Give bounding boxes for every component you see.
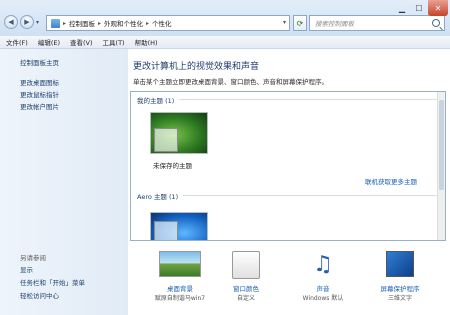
breadcrumb-appearance[interactable]: 外观和个性化	[104, 18, 143, 28]
sound-value: Windows 默认	[302, 295, 344, 302]
sidebar: 控制面板主页 更改桌面图标 更改鼠标指针 更改帐户图片 另请参阅 显示 任务栏和…	[0, 49, 128, 315]
menu-view[interactable]: 查看(V)	[70, 37, 93, 47]
search-icon[interactable]	[432, 19, 440, 27]
breadcrumb-separator-icon: ▸	[98, 19, 102, 27]
back-button[interactable]: ◀	[4, 15, 18, 29]
breadcrumb-personalization[interactable]: 个性化	[152, 18, 172, 28]
breadcrumb-separator-icon: ▸	[63, 19, 67, 27]
breadcrumb-separator-icon: ▸	[146, 19, 150, 27]
title-bar: ◀ ▶ ▾ ▸ 控制面板 ▸ 外观和个性化 ▸ 个性化 ▾ ⟳ 搜索控制面板 ▁…	[0, 0, 450, 36]
group-divider	[179, 99, 441, 100]
window-color-title[interactable]: 窗口颜色	[211, 283, 281, 293]
sidebar-change-mouse-pointers[interactable]: 更改鼠标指针	[20, 89, 59, 99]
menu-edit[interactable]: 编辑(E)	[38, 37, 60, 47]
personalization-window: ◀ ▶ ▾ ▸ 控制面板 ▸ 外观和个性化 ▸ 个性化 ▾ ⟳ 搜索控制面板 ▁…	[0, 0, 450, 315]
screensaver-value: 三维文字	[387, 295, 412, 302]
sidebar-ease-of-access[interactable]: 轻松访问中心	[20, 290, 59, 300]
menu-file[interactable]: 文件(F)	[6, 37, 28, 47]
menu-bar: 文件(F) 编辑(E) 查看(V) 工具(T) 帮助(H)	[0, 36, 450, 49]
forward-button[interactable]: ▶	[20, 15, 34, 29]
sidebar-change-desktop-icons[interactable]: 更改桌面图标	[20, 77, 59, 87]
address-dropdown-icon[interactable]: ▾	[283, 19, 286, 26]
search-input[interactable]: 搜索控制面板	[309, 15, 445, 31]
menu-help[interactable]: 帮助(H)	[135, 37, 158, 47]
window-preview-icon	[154, 221, 178, 240]
sidebar-display[interactable]: 显示	[20, 264, 33, 274]
get-more-themes-link[interactable]: 联机获取更多主题	[365, 176, 417, 186]
window-color-icon	[232, 251, 260, 279]
address-bar[interactable]: ▸ 控制面板 ▸ 外观和个性化 ▸ 个性化 ▾	[46, 15, 290, 31]
sound-title[interactable]: 声音	[288, 283, 358, 293]
unsaved-theme-label[interactable]: 未保存的主题	[153, 160, 192, 170]
screensaver-title[interactable]: 屏幕保护程序	[365, 283, 435, 293]
page-title: 更改计算机上的视觉效果和声音	[133, 62, 260, 72]
breadcrumb-control-panel[interactable]: 控制面板	[69, 18, 95, 28]
aero-theme-thumbnail[interactable]	[150, 212, 208, 240]
refresh-button[interactable]: ⟳	[293, 15, 307, 31]
close-button[interactable]: ✕	[428, 0, 448, 16]
see-also-heading: 另请参阅	[20, 254, 46, 262]
sound-icon: ♫	[313, 252, 333, 277]
recent-pages-dropdown[interactable]: ▾	[36, 19, 39, 26]
aero-themes-header[interactable]: Aero 主题 (1)	[137, 191, 178, 201]
maximize-button[interactable]: ☐	[410, 0, 428, 16]
sidebar-control-panel-home[interactable]: 控制面板主页	[20, 57, 59, 67]
unsaved-theme-thumbnail[interactable]	[150, 112, 208, 154]
minimize-button[interactable]: ▁	[393, 0, 411, 16]
theme-gallery: 我的主题 (1) 未保存的主题 联机获取更多主题 Aero 主题 (1)	[130, 91, 446, 241]
menu-tools[interactable]: 工具(T)	[103, 37, 125, 47]
group-divider	[183, 195, 441, 196]
sidebar-taskbar-start-menu[interactable]: 任务栏和「开始」菜单	[20, 277, 85, 287]
sidebar-change-account-picture[interactable]: 更改帐户图片	[20, 101, 59, 111]
main-content: 更改计算机上的视觉效果和声音 单击某个主题立即更改桌面背景、窗口颜色、声音和屏幕…	[128, 49, 450, 315]
window-color-value: 自定义	[236, 295, 255, 302]
scrollbar-thumb[interactable]	[439, 100, 444, 190]
screensaver-icon	[386, 251, 414, 277]
window-preview-icon	[154, 128, 178, 152]
desktop-background-icon	[159, 251, 201, 277]
desktop-background-title[interactable]: 桌面背景	[145, 283, 215, 293]
search-placeholder: 搜索控制面板	[315, 20, 354, 28]
gallery-scrollbar[interactable]	[437, 92, 445, 240]
control-panel-icon	[51, 18, 60, 28]
desktop-background-value: 赋原自制谐马win7	[154, 295, 206, 302]
my-themes-header[interactable]: 我的主题 (1)	[137, 95, 174, 105]
page-description: 单击某个主题立即更改桌面背景、窗口颜色、声音和屏幕保护程序。	[133, 78, 328, 86]
